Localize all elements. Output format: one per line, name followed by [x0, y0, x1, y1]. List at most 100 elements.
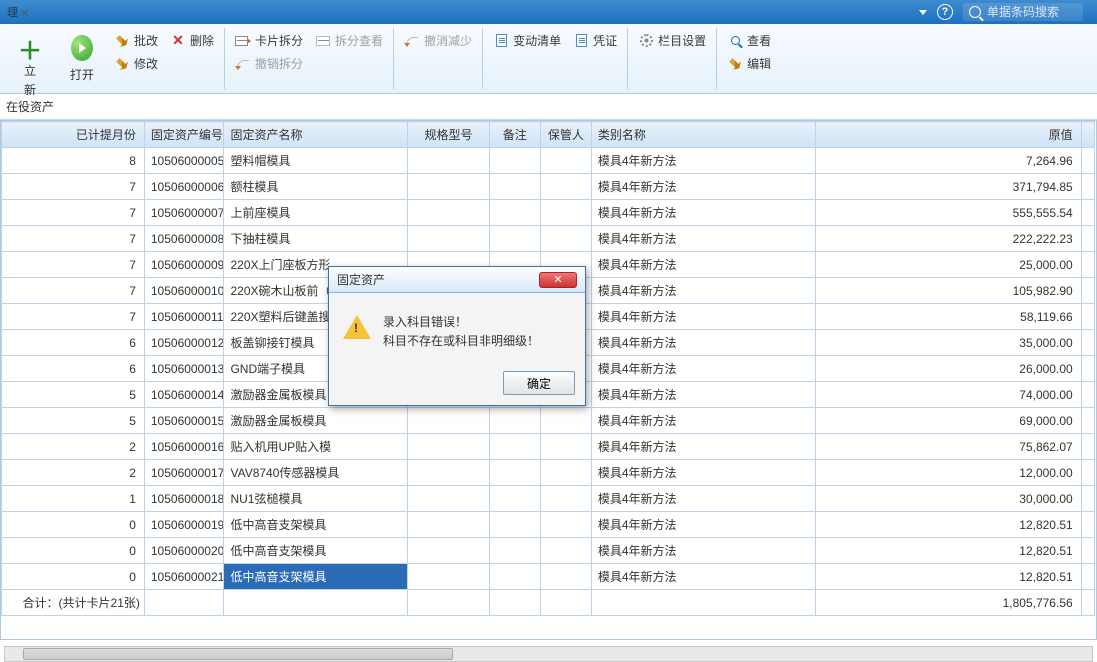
cell-value[interactable]: 12,000.00 [816, 460, 1081, 486]
cell-value[interactable]: 12,820.51 [816, 564, 1081, 590]
cell-months[interactable]: 0 [2, 564, 145, 590]
cell-value[interactable]: 69,000.00 [816, 408, 1081, 434]
col-remark[interactable]: 备注 [489, 122, 540, 148]
table-row[interactable]: 710506000006额柱模具模具4年新方法371,794.85 [2, 174, 1095, 200]
cell-months[interactable]: 7 [2, 174, 145, 200]
cell-code[interactable]: 10506000005 [144, 148, 224, 174]
open-button[interactable]: 打开 [62, 30, 102, 85]
cell-keeper[interactable] [540, 460, 591, 486]
cell-code[interactable]: 10506000013 [144, 356, 224, 382]
cell-name[interactable]: 塑料帽模具 [224, 148, 408, 174]
cell-category[interactable]: 模具4年新方法 [591, 382, 816, 408]
table-row[interactable]: 810506000005塑料帽模具 模具4年新方法7,264.96 [2, 148, 1095, 174]
cell-remark[interactable] [489, 538, 540, 564]
cell-spec[interactable] [408, 408, 490, 434]
cell-months[interactable]: 1 [2, 486, 145, 512]
cell-months[interactable]: 5 [2, 408, 145, 434]
cell-value[interactable]: 555,555.54 [816, 200, 1081, 226]
cell-category[interactable]: 模具4年新方法 [591, 174, 816, 200]
cell-name[interactable]: 贴入机用UP贴入模 [224, 434, 408, 460]
cell-keeper[interactable] [540, 174, 591, 200]
cell-code[interactable]: 10506000012 [144, 330, 224, 356]
cell-category[interactable]: 模具4年新方法 [591, 512, 816, 538]
cell-remark[interactable] [489, 564, 540, 590]
voucher-button[interactable]: 凭证 [573, 32, 617, 49]
cell-keeper[interactable] [540, 538, 591, 564]
cell-value[interactable]: 7,264.96 [816, 148, 1081, 174]
cell-keeper[interactable] [540, 408, 591, 434]
cell-code[interactable]: 10506000021 [144, 564, 224, 590]
cell-code[interactable]: 10506000017 [144, 460, 224, 486]
cell-name[interactable]: VAV8740传感器模具 [224, 460, 408, 486]
cell-months[interactable]: 7 [2, 278, 145, 304]
cell-keeper[interactable] [540, 226, 591, 252]
cell-months[interactable]: 6 [2, 356, 145, 382]
cell-category[interactable]: 模具4年新方法 [591, 226, 816, 252]
dialog-close-button[interactable]: ✕ [539, 272, 577, 288]
batch-edit-button[interactable]: 批改 [114, 32, 158, 49]
cell-value[interactable]: 26,000.00 [816, 356, 1081, 382]
cell-code[interactable]: 10506000011 [144, 304, 224, 330]
cell-remark[interactable] [489, 408, 540, 434]
cell-value[interactable]: 75,862.07 [816, 434, 1081, 460]
table-row[interactable]: 010506000019低中高音支架模具模具4年新方法12,820.51 [2, 512, 1095, 538]
cell-spec[interactable] [408, 148, 490, 174]
table-row[interactable]: 010506000020低中高音支架模具模具4年新方法12,820.51 [2, 538, 1095, 564]
cell-months[interactable]: 8 [2, 148, 145, 174]
cell-keeper[interactable] [540, 434, 591, 460]
search-input[interactable] [987, 5, 1077, 19]
cell-keeper[interactable] [540, 564, 591, 590]
table-row[interactable]: 210506000017VAV8740传感器模具模具4年新方法12,000.00 [2, 460, 1095, 486]
cell-spec[interactable] [408, 460, 490, 486]
cell-months[interactable]: 2 [2, 434, 145, 460]
cell-code[interactable]: 10506000014 [144, 382, 224, 408]
cell-category[interactable]: 模具4年新方法 [591, 304, 816, 330]
cell-code[interactable]: 10506000015 [144, 408, 224, 434]
cell-remark[interactable] [489, 486, 540, 512]
table-row[interactable]: 710506000008下抽柱模具模具4年新方法222,222.23 [2, 226, 1095, 252]
cell-months[interactable]: 0 [2, 538, 145, 564]
cell-category[interactable]: 模具4年新方法 [591, 148, 816, 174]
view-button[interactable]: 查看 [727, 32, 771, 49]
cell-code[interactable]: 10506000018 [144, 486, 224, 512]
cell-months[interactable]: 6 [2, 330, 145, 356]
edit-button[interactable]: 编辑 [727, 55, 771, 72]
table-row[interactable]: 010506000021低中高音支架模具模具4年新方法12,820.51 [2, 564, 1095, 590]
cell-category[interactable]: 模具4年新方法 [591, 460, 816, 486]
delete-button[interactable]: ✕ 删除 [170, 32, 214, 49]
col-months[interactable]: 已计提月份 [2, 122, 145, 148]
cell-spec[interactable] [408, 564, 490, 590]
cell-remark[interactable] [489, 174, 540, 200]
table-row[interactable]: 710506000007上前座模具模具4年新方法555,555.54 [2, 200, 1095, 226]
cell-months[interactable]: 7 [2, 304, 145, 330]
dialog-ok-button[interactable]: 确定 [503, 371, 575, 395]
cell-spec[interactable] [408, 174, 490, 200]
cell-category[interactable]: 模具4年新方法 [591, 408, 816, 434]
table-row[interactable]: 510506000015激励器金属板模具模具4年新方法69,000.00 [2, 408, 1095, 434]
cell-spec[interactable] [408, 486, 490, 512]
col-code[interactable]: 固定资产编号 [144, 122, 224, 148]
cell-name[interactable]: 下抽柱模具 [224, 226, 408, 252]
cell-category[interactable]: 模具4年新方法 [591, 538, 816, 564]
cell-months[interactable]: 7 [2, 226, 145, 252]
cell-category[interactable]: 模具4年新方法 [591, 252, 816, 278]
help-icon[interactable]: ? [937, 4, 953, 20]
cell-code[interactable]: 10506000020 [144, 538, 224, 564]
cell-value[interactable]: 222,222.23 [816, 226, 1081, 252]
cell-keeper[interactable] [540, 512, 591, 538]
col-spec[interactable]: 规格型号 [408, 122, 490, 148]
cell-code[interactable]: 10506000019 [144, 512, 224, 538]
column-set-button[interactable]: 栏目设置 [638, 32, 706, 49]
cell-remark[interactable] [489, 148, 540, 174]
cell-code[interactable]: 10506000016 [144, 434, 224, 460]
card-split-button[interactable]: 卡片拆分 [235, 32, 303, 49]
cell-name[interactable]: 上前座模具 [224, 200, 408, 226]
cell-spec[interactable] [408, 226, 490, 252]
cell-months[interactable]: 7 [2, 252, 145, 278]
cell-category[interactable]: 模具4年新方法 [591, 278, 816, 304]
cell-value[interactable]: 12,820.51 [816, 538, 1081, 564]
cell-name[interactable]: 低中高音支架模具 [224, 564, 408, 590]
cell-code[interactable]: 10506000006 [144, 174, 224, 200]
dropdown-caret-icon[interactable] [919, 10, 927, 15]
cell-value[interactable]: 25,000.00 [816, 252, 1081, 278]
